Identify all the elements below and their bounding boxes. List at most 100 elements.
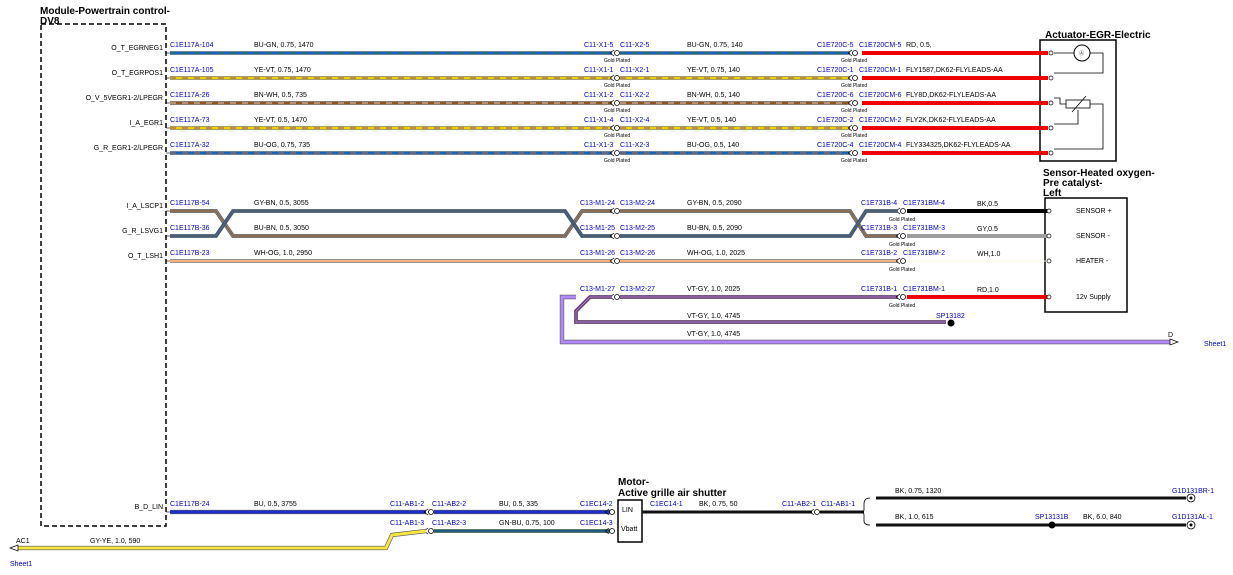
egr-wire-0-terminal bbox=[1048, 50, 1054, 56]
potentiometer-icon bbox=[1065, 99, 1091, 109]
egr-wire-1-gold2: Gold Plated bbox=[841, 83, 867, 89]
egr-wire-4-gold: Gold Plated bbox=[604, 158, 630, 164]
o2-wire-1-segment1-stripe bbox=[170, 210, 612, 237]
egr-wire-0-spec2: BU-GN, 0.75, 140 bbox=[687, 42, 743, 49]
egr-wire-4-spec2: BU-OG, 0.5, 140 bbox=[687, 142, 739, 149]
o2-wire-0-end: BK,0.5 bbox=[977, 201, 998, 208]
splice-b-wire-outline bbox=[559, 294, 1170, 345]
ground-bot-end: G1D131AL-1 bbox=[1172, 514, 1213, 521]
o2-wire-1-c1: C1E117B-36 bbox=[170, 225, 210, 232]
egr-wire-0-inline-x bbox=[614, 50, 620, 56]
splice-b-arrow-icon bbox=[1169, 338, 1179, 346]
egr-wire-4-c1: C1E117A-32 bbox=[170, 142, 210, 149]
sensor-title-line3: Left bbox=[1043, 188, 1062, 199]
o2-wire-0-inline-m bbox=[614, 208, 620, 214]
egr-wire-4-spec1: BU-OG, 0.75, 735 bbox=[254, 142, 310, 149]
o2-wire-0-s1: C1E731B-4 bbox=[861, 200, 897, 207]
egr-wire-4-terminal bbox=[1048, 150, 1054, 156]
o2-wire-3-func: 12v Supply bbox=[1076, 294, 1111, 301]
splice-b-spec: VT-GY, 1.0, 4745 bbox=[687, 331, 740, 338]
vbatt-a1: C11-AB1-3 bbox=[390, 520, 424, 527]
o2-wire-3-gold: Gold Plated bbox=[889, 303, 915, 309]
egr-wire-2-e1: C1E720C-6 bbox=[817, 92, 854, 99]
o2-wire-2-c1: C1E117B-23 bbox=[170, 250, 210, 257]
lin-pin-label: LIN bbox=[622, 507, 633, 514]
egr-wire-3-terminal bbox=[1048, 125, 1054, 131]
o2-wire-3-terminal bbox=[1046, 294, 1052, 300]
egr-wire-2-inline-x bbox=[614, 100, 620, 106]
o2-wire-1-spec2: BU-BN, 0.5, 2090 bbox=[687, 225, 742, 232]
egr-wire-4-e2: C1E720CM-4 bbox=[859, 142, 902, 149]
o2-wire-1-m1: C13-M1-25 bbox=[580, 225, 615, 232]
lin-spec1: BU, 0.5, 3755 bbox=[254, 501, 297, 508]
egr-wire-2-c1: C1E117A-26 bbox=[170, 92, 210, 99]
egr-wire-3-gold2: Gold Plated bbox=[841, 133, 867, 139]
egr-wire-2-gold2: Gold Plated bbox=[841, 108, 867, 114]
o2-wire-0-func: SENSOR + bbox=[1076, 208, 1112, 215]
lin-c1: C1E117B-24 bbox=[170, 501, 210, 508]
o2-wire-1-inline-s bbox=[900, 233, 906, 239]
egr-wire-1-terminal bbox=[1048, 75, 1054, 81]
ground-bottom-eyelet-center bbox=[1189, 523, 1193, 527]
egr-wire-3-end: FLY2K,DK62-FLYLEADS-AA bbox=[906, 117, 996, 124]
lin-m: C1EC14-2 bbox=[580, 501, 613, 508]
lin-spec2: BU, 0.5, 335 bbox=[499, 501, 538, 508]
ground-splice-label: SP13131B bbox=[1035, 514, 1069, 521]
wiring-diagram: Module-Powertrain control- DV8 Actuator-… bbox=[9, 6, 1226, 568]
egr-wire-3-e2: C1E720CM-2 bbox=[859, 117, 902, 124]
o2-wire-2-m1: C13-M1-26 bbox=[580, 250, 615, 257]
o2-wire-3-spec2: VT-GY, 1.0, 2025 bbox=[687, 286, 740, 293]
o2-wire-1-inline-m bbox=[614, 233, 620, 239]
lin-motor-connector bbox=[609, 509, 615, 515]
ground-split-brace bbox=[860, 497, 871, 526]
o2-wire-3-s1: C1E731B-1 bbox=[861, 286, 897, 293]
vbatt-spec: GN-BU, 0.75, 100 bbox=[499, 520, 555, 527]
o2-wire-0-s2: C1E731BM-4 bbox=[903, 200, 945, 207]
ground-top-end: G1D131BR-1 bbox=[1172, 488, 1214, 495]
egr-wire-0-gold2: Gold Plated bbox=[841, 58, 867, 64]
egr-wire-1-end: FLY1587,DK62-FLYLEADS-AA bbox=[906, 67, 1003, 74]
o2-wire-2-spec2: WH-OG, 1.0, 2025 bbox=[687, 250, 745, 257]
ground-bot-spec2: BK, 6.0, 840 bbox=[1083, 514, 1122, 521]
splice-a-label: SP13182 bbox=[936, 313, 965, 320]
ground-spec: BK, 0.75, 50 bbox=[699, 501, 738, 508]
egr-wire-0-gold: Gold Plated bbox=[604, 58, 630, 64]
o2-wire-3-inline-m bbox=[614, 294, 620, 300]
egr-wire-4-inline-e bbox=[852, 150, 858, 156]
actuator-pot-lead bbox=[1054, 95, 1104, 150]
o2-wire-3-m2: C13-M2-27 bbox=[620, 286, 655, 293]
egr-wire-4-x2: C11-X2-3 bbox=[620, 142, 650, 149]
ground-b2: C11-AB1-1 bbox=[821, 501, 855, 508]
splice-b-sheet: Sheet1 bbox=[1204, 341, 1226, 348]
lin-a2: C11-AB2-2 bbox=[432, 501, 466, 508]
egr-wire-2-spec1: BN-WH, 0.5, 735 bbox=[254, 92, 307, 99]
egr-wire-0-end: RD, 0.5, bbox=[906, 42, 932, 49]
egr-wire-1-e2: C1E720CM-1 bbox=[859, 67, 902, 74]
egr-wire-1-e1: C1E720C-1 bbox=[817, 67, 854, 74]
egr-wire-4-e1: C1E720C-4 bbox=[817, 142, 854, 149]
o2-wire-2-inline-s bbox=[900, 258, 906, 264]
ac1-letter: AC1 bbox=[16, 538, 30, 545]
o2-wire-0-segment1 bbox=[170, 209, 612, 238]
egr-wire-2-e2: C1E720CM-6 bbox=[859, 92, 902, 99]
egr-wire-3-c1: C1E117A-73 bbox=[170, 117, 210, 124]
ac1-wire-outline bbox=[18, 528, 427, 551]
egr-wire-0-spec1: BU-GN, 0.75, 1470 bbox=[254, 42, 314, 49]
egr-wire-4-inline-x bbox=[614, 150, 620, 156]
egr-wire-1-inline-x bbox=[614, 75, 620, 81]
o2-wire-2-end: WH,1.0 bbox=[977, 251, 1000, 258]
o2-wire-2-gold: Gold Plated bbox=[889, 267, 915, 273]
o2-wire-3-m1: C13-M1-27 bbox=[580, 286, 615, 293]
egr-wire-0-inline-e bbox=[852, 50, 858, 56]
egr-wire-1-spec1: YE-VT, 0.75, 1470 bbox=[254, 67, 311, 74]
o2-wire-1-s1: C1E731B-3 bbox=[861, 225, 897, 232]
egr-wire-3-spec2: YE-VT, 0.5, 140 bbox=[687, 117, 736, 124]
o2-wire-1-gold: Gold Plated bbox=[889, 242, 915, 248]
egr-wire-2-terminal bbox=[1048, 100, 1054, 106]
o2-wire-2-inline-m bbox=[614, 258, 620, 264]
o2-wire-0-spec2: GY-BN, 0.5, 2090 bbox=[687, 200, 742, 207]
egr-wire-2-x2: C11-X2-2 bbox=[620, 92, 650, 99]
splice-a-spec: VT-GY, 1.0, 4745 bbox=[687, 313, 740, 320]
o2-wire-2-func: HEATER - bbox=[1076, 258, 1109, 265]
ground-m: C1EC14-1 bbox=[650, 501, 683, 508]
